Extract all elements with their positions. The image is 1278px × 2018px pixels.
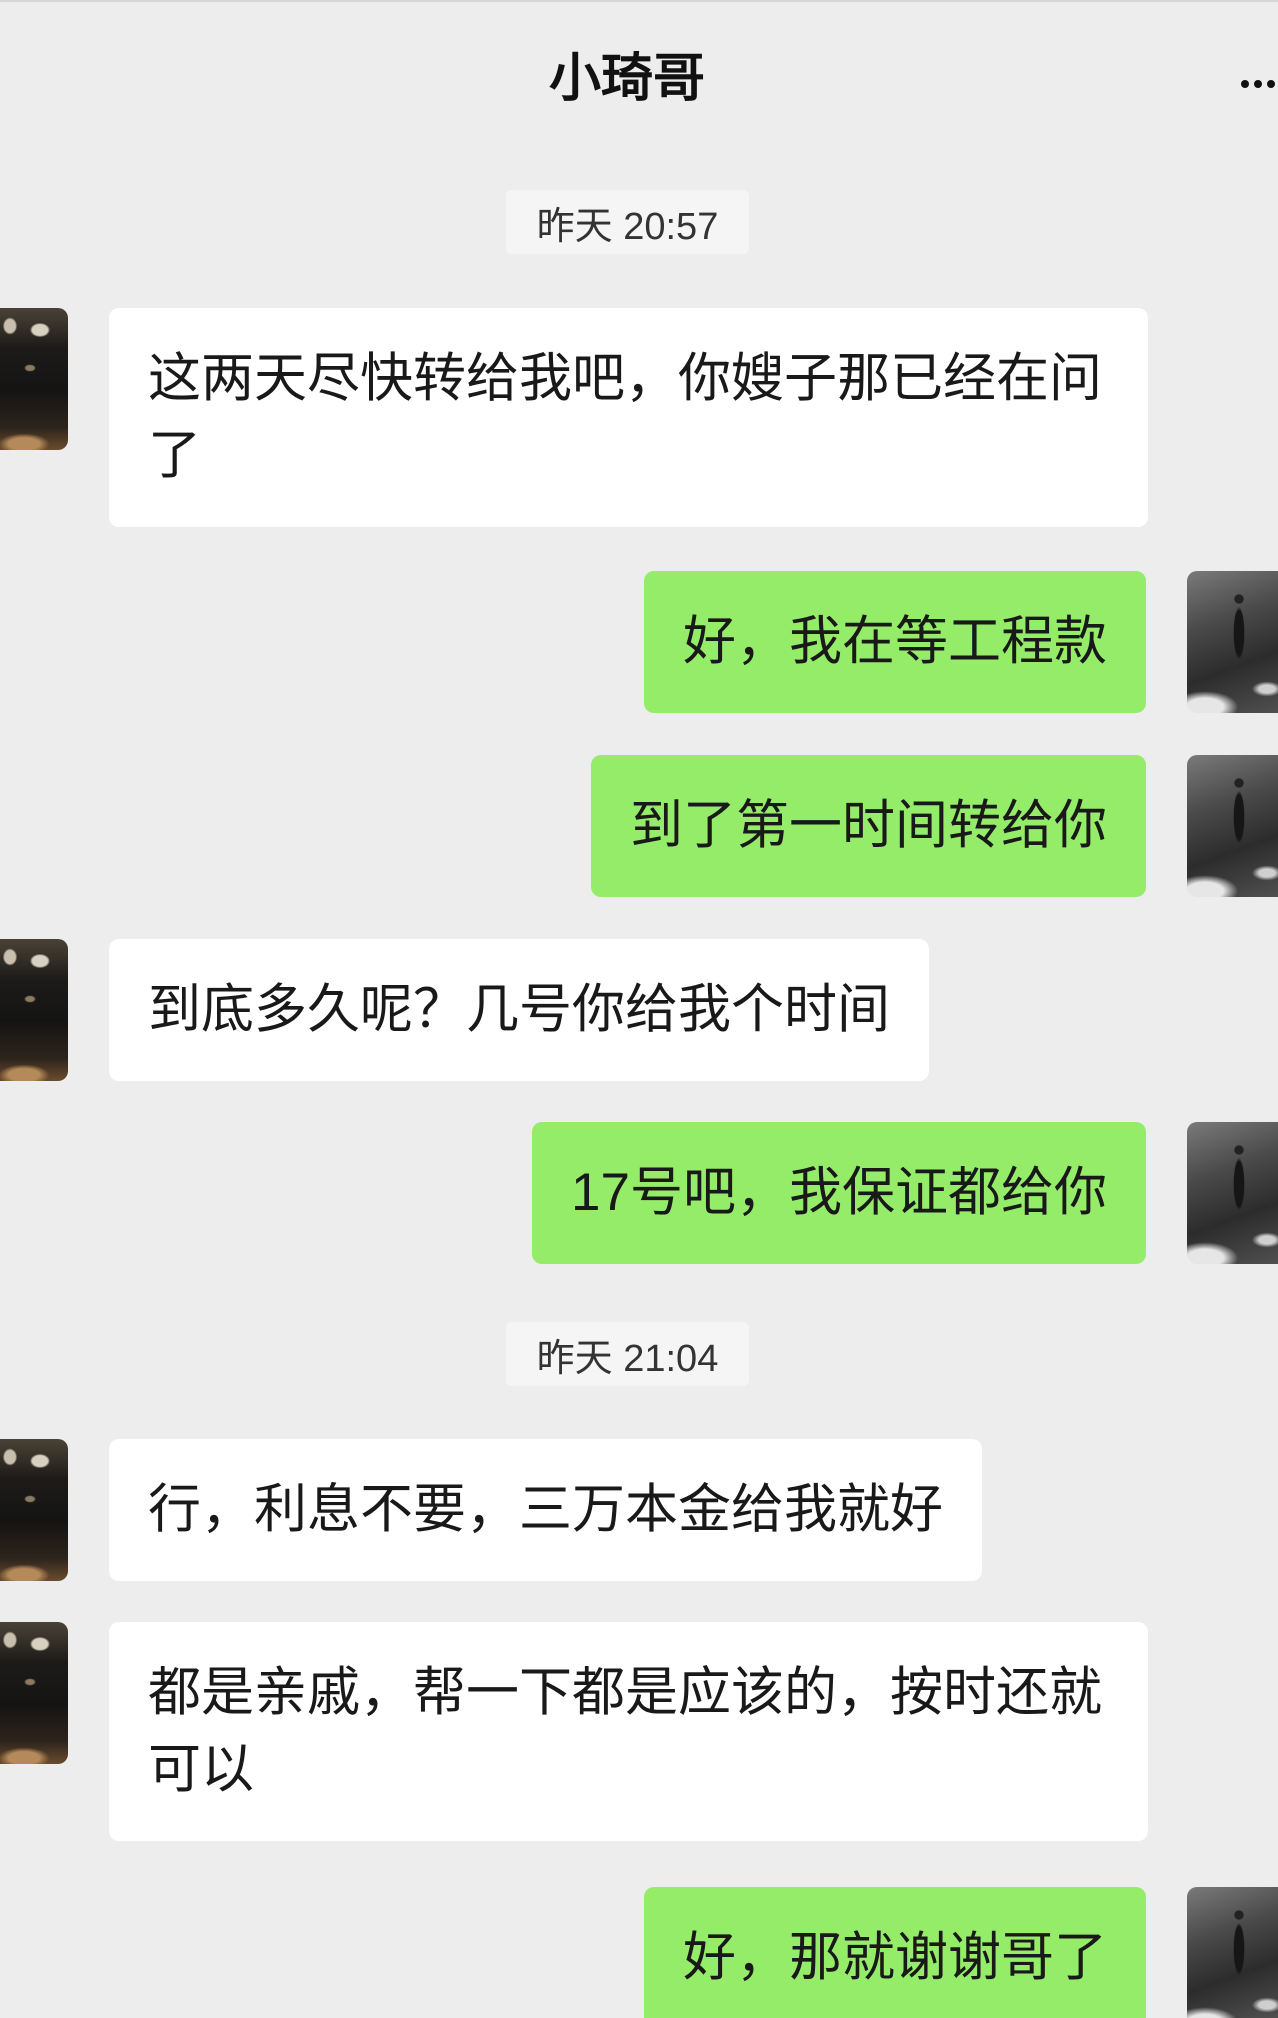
chat-title: 小琦哥 — [548, 50, 705, 108]
contact-avatar[interactable] — [0, 1622, 68, 1764]
timestamp-text: 昨天 21:04 — [536, 1337, 719, 1380]
self-avatar[interactable] — [1187, 1122, 1278, 1264]
more-dot — [1254, 80, 1262, 88]
self-avatar[interactable] — [1187, 1887, 1278, 2018]
contact-avatar[interactable] — [0, 308, 68, 450]
message-text: 好，我在等工程款 — [683, 612, 1107, 671]
message-bubble[interactable]: 好，我在等工程款 — [644, 571, 1146, 713]
chat-header: 小琦哥 — [0, 0, 1278, 150]
more-dot — [1267, 80, 1275, 88]
timestamp: 昨天 21:04 — [506, 1322, 749, 1386]
message-text: 17号吧，我保证都给你 — [571, 1163, 1107, 1222]
message-text: 到底多久呢？几号你给我个时间 — [148, 980, 890, 1039]
timestamp: 昨天 20:57 — [506, 190, 749, 254]
message-text: 这两天尽快转给我吧，你嫂子那已经在问了 — [148, 349, 1102, 485]
self-avatar[interactable] — [1187, 571, 1278, 713]
message-text: 到了第一时间转给你 — [630, 796, 1107, 855]
contact-avatar[interactable] — [0, 1439, 68, 1581]
contact-avatar[interactable] — [0, 939, 68, 1081]
message-bubble[interactable]: 到底多久呢？几号你给我个时间 — [109, 939, 929, 1081]
message-bubble[interactable]: 这两天尽快转给我吧，你嫂子那已经在问了 — [109, 308, 1148, 527]
message-bubble[interactable]: 好，那就谢谢哥了 — [644, 1887, 1146, 2018]
more-icon[interactable] — [1241, 80, 1275, 88]
message-text: 都是亲戚，帮一下都是应该的，按时还就可以 — [148, 1663, 1102, 1799]
message-text: 好，那就谢谢哥了 — [683, 1928, 1107, 1987]
message-bubble[interactable]: 都是亲戚，帮一下都是应该的，按时还就可以 — [109, 1622, 1148, 1841]
message-bubble[interactable]: 行，利息不要，三万本金给我就好 — [109, 1439, 982, 1581]
message-text: 行，利息不要，三万本金给我就好 — [148, 1480, 943, 1539]
message-bubble[interactable]: 到了第一时间转给你 — [591, 755, 1146, 897]
more-dot — [1241, 80, 1249, 88]
timestamp-text: 昨天 20:57 — [536, 205, 719, 248]
message-bubble[interactable]: 17号吧，我保证都给你 — [532, 1122, 1146, 1264]
self-avatar[interactable] — [1187, 755, 1278, 897]
chat-screen: 小琦哥 昨天 20:57 这两天尽快转给我吧，你嫂子那已经在问了 好，我在等工程… — [0, 0, 1278, 2018]
